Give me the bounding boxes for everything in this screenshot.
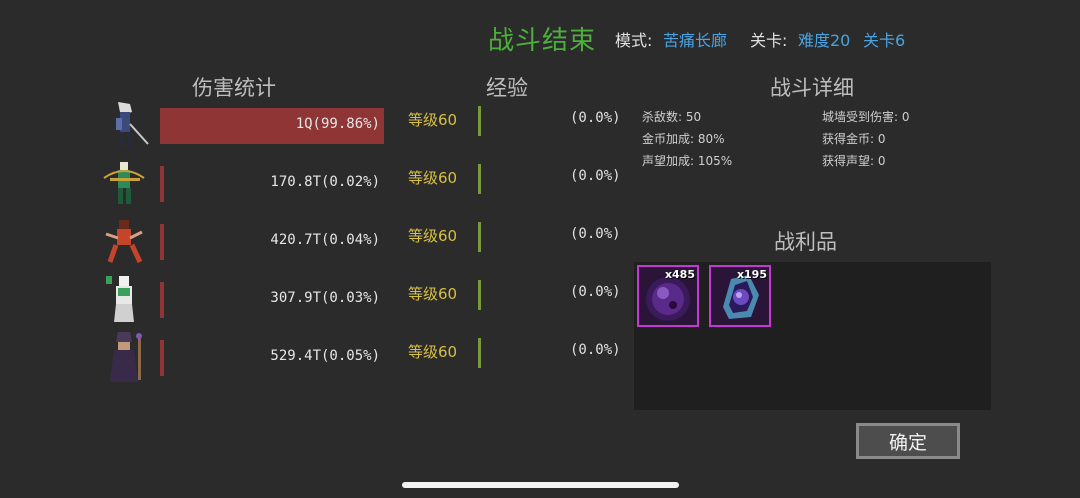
damage-bar-fill — [160, 166, 164, 202]
exp-bar — [478, 280, 481, 310]
damage-value: 170.8T(0.02%) — [270, 174, 380, 190]
hero-level: 等级60 — [408, 169, 458, 187]
exp-heading: 经验 — [486, 76, 528, 100]
fame-bonus-stat: 声望加成: 105% — [642, 154, 733, 168]
exp-value: (0.0%) — [570, 284, 621, 300]
damage-value: 307.9T(0.03%) — [270, 290, 380, 306]
hero-row: 170.8T(0.02%) 等级60 (0.0%) — [96, 158, 636, 210]
gold-bonus-stat: 金币加成: 80% — [642, 132, 725, 146]
fame-earned-stat: 获得声望: 0 — [822, 154, 886, 168]
wall-damage-stat: 城墙受到伤害: 0 — [822, 110, 910, 124]
mode-label: 模式: — [615, 31, 653, 50]
damage-bar: 420.7T(0.04%) — [160, 224, 384, 260]
mode-value: 苦痛长廊 — [663, 31, 728, 50]
loot-count: x485 — [664, 268, 695, 281]
battle-details-heading: 战斗详细 — [770, 76, 854, 100]
stage-label: 关卡: — [750, 31, 788, 50]
damage-value: 1Q(99.86%) — [295, 116, 380, 132]
hero-wizard-avatar — [110, 332, 142, 382]
loot-item[interactable]: x195 — [709, 265, 771, 327]
stage-value: 关卡6 — [863, 31, 906, 50]
kills-stat: 杀敌数: 50 — [642, 110, 702, 124]
exp-value: (0.0%) — [570, 226, 621, 242]
home-indicator[interactable] — [402, 482, 679, 488]
exp-value: (0.0%) — [570, 342, 621, 358]
hero-row: 529.4T(0.05%) 等级60 (0.0%) — [96, 332, 636, 384]
damage-bar: 1Q(99.86%) — [160, 108, 384, 144]
hero-level: 等级60 — [408, 343, 458, 361]
hero-level: 等级60 — [408, 227, 458, 245]
exp-bar — [478, 222, 481, 252]
battle-end-title: 战斗结束 — [488, 26, 597, 56]
exp-value: (0.0%) — [570, 110, 621, 126]
loot-item[interactable]: x485 — [637, 265, 699, 327]
confirm-button[interactable]: 确定 — [856, 423, 960, 459]
exp-bar — [478, 106, 481, 136]
loot-count: x195 — [736, 268, 767, 281]
gold-earned-stat: 获得金币: 0 — [822, 132, 886, 146]
exp-bar — [478, 164, 481, 194]
damage-bar: 170.8T(0.02%) — [160, 166, 384, 202]
damage-bar-fill — [160, 340, 164, 376]
hero-archer-avatar — [103, 162, 145, 204]
difficulty-value: 难度20 — [798, 31, 851, 50]
exp-bar — [478, 338, 481, 368]
hero-row: 307.9T(0.03%) 等级60 (0.0%) — [96, 274, 636, 326]
damage-bar: 307.9T(0.03%) — [160, 282, 384, 318]
hero-swordsman-avatar — [116, 102, 149, 148]
loot-heading: 战利品 — [774, 230, 837, 254]
exp-value: (0.0%) — [570, 168, 621, 184]
hero-row: 420.7T(0.04%) 等级60 (0.0%) — [96, 216, 636, 268]
damage-value: 529.4T(0.05%) — [270, 348, 380, 364]
damage-bar: 529.4T(0.05%) — [160, 340, 384, 376]
damage-value: 420.7T(0.04%) — [270, 232, 380, 248]
hero-fighter-avatar — [105, 220, 143, 264]
hero-level: 等级60 — [408, 285, 458, 303]
hero-priestess-avatar — [106, 276, 134, 322]
hero-row: 1Q(99.86%) 等级60 (0.0%) — [96, 100, 636, 152]
damage-bar-fill — [160, 224, 164, 260]
damage-stats-heading: 伤害统计 — [192, 76, 276, 100]
hero-level: 等级60 — [408, 111, 458, 129]
damage-bar-fill — [160, 282, 164, 318]
